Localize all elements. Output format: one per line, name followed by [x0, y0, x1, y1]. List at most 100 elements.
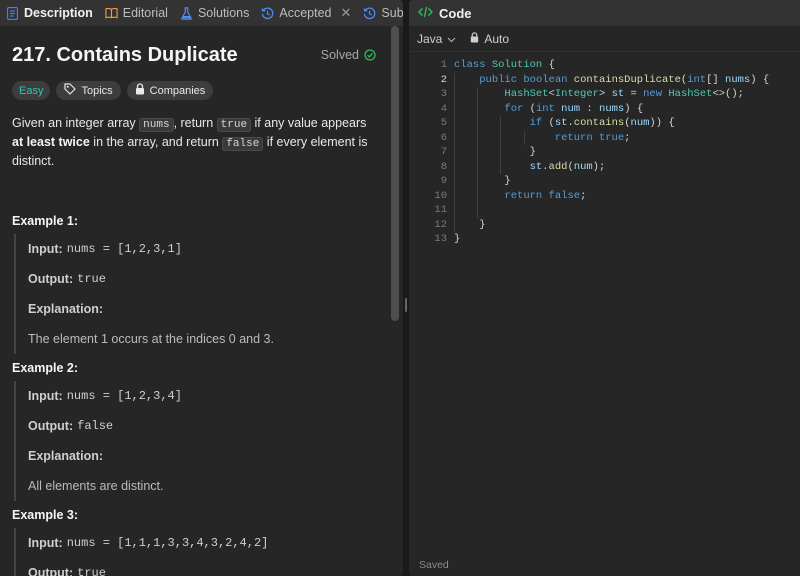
- code-line-12: }: [479, 218, 486, 231]
- line-number: 7: [440, 146, 447, 158]
- tab-accepted[interactable]: Accepted ✕: [255, 0, 357, 26]
- line-number: 10: [434, 189, 447, 202]
- language-label: Java: [417, 31, 443, 46]
- tab-description[interactable]: Description: [0, 0, 99, 26]
- example-block: Input: nums = [1,2,3,4] Output: false Expl…: [14, 381, 377, 501]
- line-number: 12: [434, 218, 447, 231]
- example-input: Input: nums = [1,2,3,1]: [28, 234, 377, 264]
- auto-mode-label: Auto: [484, 31, 510, 46]
- example-title: Example 3:: [12, 508, 79, 522]
- input-value: nums = [1,1,1,3,3,4,3,2,4,2]: [66, 536, 269, 550]
- lock-icon: [135, 83, 145, 98]
- example-1: Example 1: Input: nums = [1,2,3,1] Output…: [12, 214, 377, 354]
- lock-icon: [470, 31, 479, 46]
- output-label: Output:: [28, 272, 74, 286]
- example-explanation: The element 1 occurs at the indices 0 an…: [28, 324, 377, 354]
- example-explanation: All elements are distinct.: [28, 471, 377, 501]
- description-content: 217. Contains Duplicate Solved Easy Topi…: [0, 26, 389, 576]
- code-line-13: }: [454, 233, 461, 245]
- auto-mode-toggle[interactable]: Auto: [470, 32, 509, 46]
- example-2: Example 2: Input: nums = [1,2,3,4] Output…: [12, 361, 377, 501]
- code-header: Code: [409, 0, 800, 26]
- chevron-down-icon: [447, 32, 456, 46]
- line-number: 8: [440, 160, 447, 173]
- output-label: Output:: [28, 566, 74, 576]
- example-output: Output: true: [28, 558, 377, 576]
- difficulty-badge: Easy: [12, 81, 51, 100]
- line-number: 11: [434, 204, 447, 216]
- input-value: nums = [1,2,3,1]: [66, 242, 182, 256]
- app-window: Description Editorial Solutions Accepted…: [0, 0, 800, 576]
- companies-label: Companies: [149, 84, 206, 97]
- code-icon: [417, 6, 434, 21]
- save-status: Saved: [419, 559, 449, 571]
- line-number: 9: [440, 175, 447, 187]
- output-value: true: [77, 566, 106, 576]
- problem-description: Given an integer array nums, return true…: [12, 115, 377, 170]
- example-input: Input: nums = [1,2,3,4]: [28, 381, 377, 411]
- desc-bold-text: at least twice: [12, 135, 90, 149]
- example-output: Output: true: [28, 264, 377, 294]
- tab-solutions[interactable]: Solutions: [174, 0, 255, 26]
- code-line-7: }: [529, 146, 536, 158]
- line-number: 4: [440, 102, 447, 115]
- code-editor[interactable]: 1 2 3 4 5 6 7 8 9 10 11 12 13 class Solution { publi…: [409, 58, 800, 554]
- tab-editorial[interactable]: Editorial: [99, 0, 174, 26]
- example-output: Output: false: [28, 411, 377, 441]
- example-title: Example 2:: [12, 361, 79, 375]
- tab-editorial-label: Editorial: [122, 6, 168, 20]
- line-number-gutter: 1 2 3 4 5 6 7 8 9 10 11 12 13: [409, 58, 447, 247]
- example-title: Example 1:: [12, 214, 79, 228]
- solved-label: Solved: [320, 48, 359, 62]
- desc-text: in the array, and return: [89, 135, 223, 149]
- problem-title[interactable]: 217. Contains Duplicate: [12, 44, 238, 67]
- output-value: false: [77, 419, 114, 433]
- example-3: Example 3: Input: nums = [1,1,1,3,3,4,3,2…: [12, 508, 377, 576]
- input-label: Input:: [28, 242, 63, 256]
- tab-description-label: Description: [24, 6, 93, 20]
- code-line-4: for (int num : nums) {: [504, 102, 644, 115]
- solved-status: Solved: [321, 48, 376, 62]
- code-line-8: st.add(num);: [529, 160, 606, 173]
- example-explanation-label: Explanation:: [28, 441, 377, 471]
- code-line-10: return false;: [504, 189, 587, 202]
- history-icon: [363, 6, 376, 20]
- code-lines[interactable]: class Solution { public boolean contains…: [454, 58, 800, 247]
- desc-text: Given an integer array: [12, 116, 140, 130]
- resize-grip[interactable]: [405, 298, 407, 312]
- code-line-6: return true;: [554, 131, 631, 144]
- tab-submissions[interactable]: Submis: [357, 0, 403, 26]
- input-value: nums = [1,2,3,4]: [66, 389, 182, 403]
- example-block: Input: nums = [1,1,1,3,3,4,3,2,4,2] Outpu…: [14, 528, 377, 576]
- desc-text: if any value appears: [251, 116, 367, 130]
- code-title: Code: [439, 5, 472, 21]
- title-row: 217. Contains Duplicate Solved: [12, 42, 377, 68]
- check-circle-icon: [364, 49, 376, 61]
- example-explanation-label: Explanation:: [28, 294, 377, 324]
- input-label: Input:: [28, 389, 63, 403]
- problem-tabbar: Description Editorial Solutions Accepted…: [0, 0, 403, 26]
- companies-button[interactable]: Companies: [126, 81, 214, 100]
- output-value: true: [77, 272, 106, 286]
- history-icon: [261, 6, 274, 20]
- explanation-text: The element 1 occurs at the indices 0 an…: [28, 332, 274, 346]
- language-select[interactable]: Java: [417, 32, 456, 46]
- topics-button[interactable]: Topics: [56, 81, 121, 100]
- description-icon: [6, 6, 19, 20]
- editor-toolbar: Java Auto: [409, 26, 800, 52]
- description-scrollbar[interactable]: [391, 26, 399, 321]
- flask-icon: [180, 6, 193, 20]
- tab-submissions-label: Submis: [381, 6, 403, 20]
- line-number: 13: [434, 233, 447, 245]
- tab-solutions-label: Solutions: [197, 6, 250, 20]
- close-icon[interactable]: ✕: [341, 5, 352, 21]
- line-number: 2: [440, 73, 447, 86]
- line-number: 3: [440, 88, 447, 100]
- example-block: Input: nums = [1,2,3,1] Output: true Expla…: [14, 234, 377, 354]
- explanation-label: Explanation:: [28, 302, 104, 316]
- tab-accepted-label: Accepted: [279, 6, 332, 20]
- example-input: Input: nums = [1,1,1,3,3,4,3,2,4,2]: [28, 528, 377, 558]
- code-line-5: if (st.contains(num)) {: [529, 117, 675, 129]
- desc-text: , return: [173, 116, 217, 130]
